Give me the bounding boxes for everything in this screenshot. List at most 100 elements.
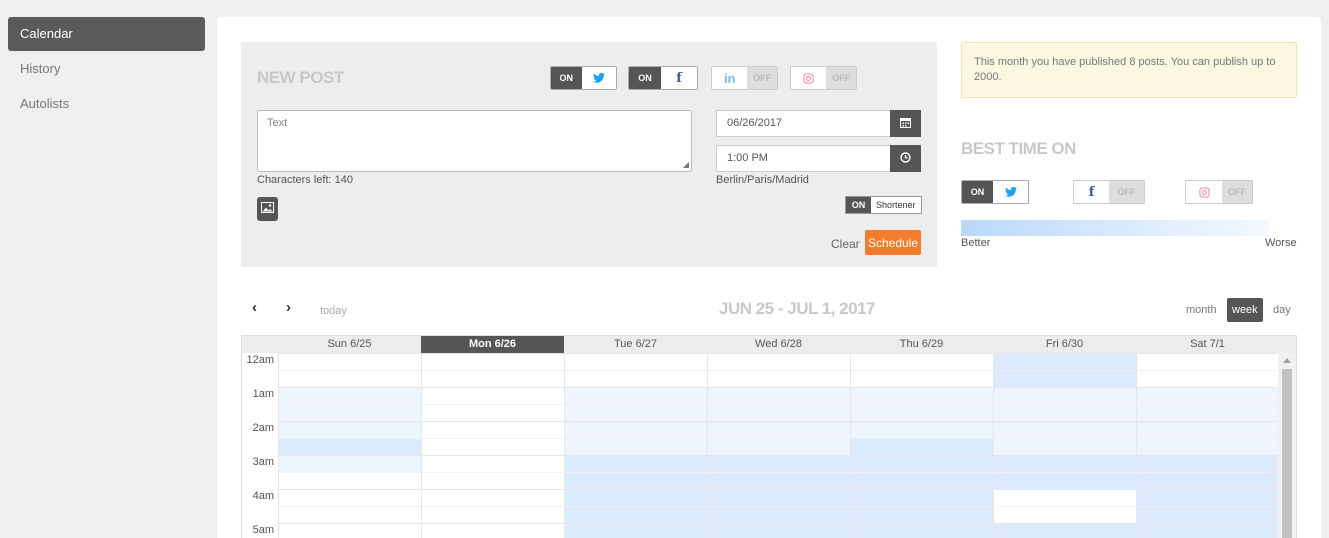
resize-grip-icon[interactable]: ◢ bbox=[683, 161, 689, 169]
grid-line bbox=[564, 353, 565, 538]
time-picker-button[interactable] bbox=[890, 145, 921, 172]
next-week-button[interactable]: › bbox=[286, 299, 291, 316]
sidebar-item-history[interactable]: History bbox=[8, 52, 205, 86]
calendar-icon bbox=[900, 117, 911, 131]
time-slot[interactable] bbox=[850, 489, 993, 506]
clear-button[interactable]: Clear bbox=[831, 237, 860, 251]
facebook-toggle[interactable]: ON f bbox=[628, 66, 698, 90]
time-slot[interactable] bbox=[278, 404, 421, 421]
sidebar: Calendar History Autolists bbox=[8, 17, 205, 122]
time-slot[interactable] bbox=[850, 472, 993, 489]
time-slot[interactable] bbox=[993, 353, 1136, 370]
facebook-icon: f bbox=[1088, 184, 1095, 200]
time-slot[interactable] bbox=[1136, 506, 1279, 523]
timezone-label: Berlin/Paris/Madrid bbox=[716, 174, 809, 186]
toggle-state: ON bbox=[551, 67, 582, 89]
calendar-scrollbar[interactable] bbox=[1278, 353, 1296, 538]
twitter-icon bbox=[582, 67, 616, 89]
time-slot[interactable] bbox=[850, 506, 993, 523]
scrollbar-thumb[interactable] bbox=[1282, 369, 1292, 538]
time-slot[interactable] bbox=[564, 472, 707, 489]
week-view-button[interactable]: week bbox=[1227, 298, 1263, 322]
time-slot[interactable] bbox=[278, 438, 421, 455]
time-input[interactable]: 1:00 PM bbox=[716, 145, 891, 172]
toggle-state: ON bbox=[962, 181, 994, 203]
time-slot[interactable] bbox=[564, 438, 707, 455]
prev-week-button[interactable]: ‹ bbox=[252, 299, 257, 316]
grid-line bbox=[421, 353, 422, 538]
time-slot[interactable] bbox=[564, 421, 707, 438]
grid-line bbox=[278, 523, 1277, 524]
today-button[interactable]: today bbox=[320, 305, 347, 317]
time-slot[interactable] bbox=[564, 523, 707, 538]
time-slot[interactable] bbox=[1136, 404, 1279, 421]
time-slot[interactable] bbox=[564, 404, 707, 421]
best-time-title: BEST TIME ON bbox=[961, 139, 1076, 158]
time-slot[interactable] bbox=[850, 404, 993, 421]
characters-left: Characters left: 140 bbox=[257, 174, 353, 186]
time-slot[interactable] bbox=[564, 506, 707, 523]
time-slot[interactable] bbox=[993, 438, 1136, 455]
best-time-instagram-toggle[interactable]: OFF bbox=[1185, 180, 1253, 204]
time-slot[interactable] bbox=[707, 421, 850, 438]
time-slot[interactable] bbox=[993, 472, 1136, 489]
time-slot[interactable] bbox=[993, 404, 1136, 421]
time-slot[interactable] bbox=[707, 523, 850, 538]
grid-line bbox=[278, 353, 1277, 354]
time-slot[interactable] bbox=[278, 421, 421, 438]
calendar-range-title: JUN 25 - JUL 1, 2017 bbox=[719, 299, 876, 318]
toggle-state: OFF bbox=[826, 67, 856, 89]
toggle-state: OFF bbox=[1222, 181, 1252, 203]
time-slot[interactable] bbox=[564, 455, 707, 472]
time-slot[interactable] bbox=[993, 370, 1136, 387]
time-slot[interactable] bbox=[850, 523, 993, 538]
instagram-toggle[interactable]: OFF bbox=[790, 66, 857, 90]
time-slot[interactable] bbox=[1136, 455, 1279, 472]
time-slot[interactable] bbox=[707, 489, 850, 506]
hour-label: 5am bbox=[252, 524, 274, 536]
time-slot[interactable] bbox=[564, 387, 707, 404]
time-slot[interactable] bbox=[993, 455, 1136, 472]
time-slot[interactable] bbox=[707, 387, 850, 404]
time-slot[interactable] bbox=[993, 523, 1136, 538]
date-picker-button[interactable] bbox=[890, 110, 921, 137]
time-slot[interactable] bbox=[707, 472, 850, 489]
scroll-up-icon[interactable] bbox=[1283, 358, 1291, 363]
day-view-button[interactable]: day bbox=[1267, 298, 1297, 322]
time-slot[interactable] bbox=[1136, 472, 1279, 489]
time-slot[interactable] bbox=[707, 404, 850, 421]
post-text-input[interactable]: Text ◢ bbox=[257, 110, 692, 172]
twitter-toggle[interactable]: ON bbox=[550, 66, 617, 90]
sidebar-item-calendar[interactable]: Calendar bbox=[8, 17, 205, 51]
month-view-button[interactable]: month bbox=[1180, 298, 1223, 322]
time-slot[interactable] bbox=[993, 421, 1136, 438]
time-slot[interactable] bbox=[1136, 387, 1279, 404]
time-slot[interactable] bbox=[993, 387, 1136, 404]
facebook-icon: f bbox=[676, 70, 682, 86]
time-slot[interactable] bbox=[1136, 438, 1279, 455]
time-slot[interactable] bbox=[278, 455, 421, 472]
sidebar-item-autolists[interactable]: Autolists bbox=[8, 87, 205, 121]
day-header: Thu 6/29 bbox=[899, 338, 944, 350]
time-slot[interactable] bbox=[850, 438, 993, 455]
schedule-button[interactable]: Schedule bbox=[865, 230, 921, 255]
time-slot[interactable] bbox=[850, 455, 993, 472]
time-slot[interactable] bbox=[850, 421, 993, 438]
best-time-facebook-toggle[interactable]: f OFF bbox=[1073, 180, 1145, 204]
time-slot[interactable] bbox=[278, 387, 421, 404]
time-slot[interactable] bbox=[707, 438, 850, 455]
shortener-toggle[interactable]: ON Shortener bbox=[845, 196, 922, 214]
time-slot[interactable] bbox=[707, 455, 850, 472]
best-time-twitter-toggle[interactable]: ON bbox=[961, 180, 1029, 204]
date-input[interactable]: 06/26/2017 bbox=[716, 110, 891, 137]
add-image-button[interactable] bbox=[257, 197, 278, 221]
time-slot[interactable] bbox=[850, 387, 993, 404]
time-slot[interactable] bbox=[564, 489, 707, 506]
time-slot[interactable] bbox=[1136, 489, 1279, 506]
linkedin-icon: in bbox=[723, 70, 736, 86]
linkedin-toggle[interactable]: in OFF bbox=[711, 66, 778, 90]
time-slot[interactable] bbox=[707, 506, 850, 523]
image-icon bbox=[261, 202, 274, 216]
time-slot[interactable] bbox=[1136, 421, 1279, 438]
time-slot[interactable] bbox=[1136, 523, 1279, 538]
